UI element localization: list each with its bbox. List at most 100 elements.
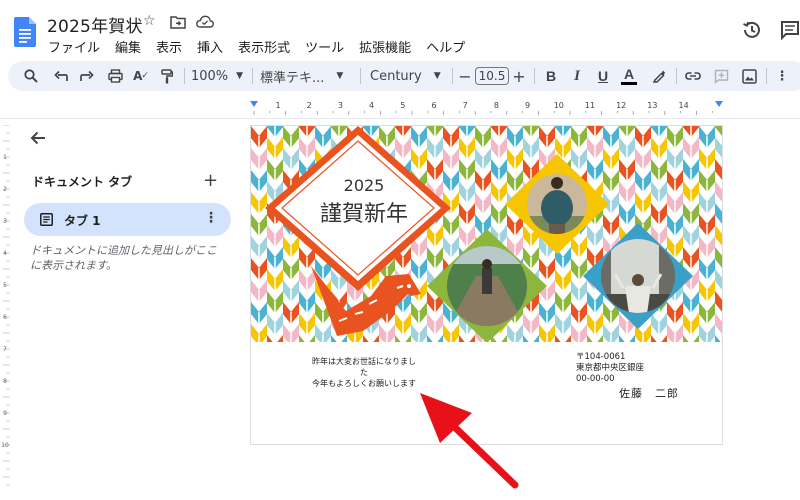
ruler-label: 2 [3, 186, 7, 193]
menu-bar: ファイル 編集 表示 挿入 表示形式 ツール 拡張機能 ヘルプ [40, 37, 472, 56]
tab-item-1[interactable] [24, 203, 231, 236]
menu-insert[interactable]: 挿入 [189, 37, 230, 56]
dropdown-arrow-icon: ▼ [433, 71, 441, 81]
menu-view[interactable]: 表示 [148, 37, 189, 56]
pattern-arrow [427, 335, 443, 342]
toolbar: A ✓ 100% ▼ 標準テキ... ▼ Century ▼ − 10.5 + B I … [8, 61, 800, 91]
menu-file[interactable]: ファイル [40, 37, 107, 56]
more-options-icon[interactable]: ⋮ [772, 61, 792, 91]
card-greeting-title: 謹賀新年 [320, 202, 408, 227]
message-line-1: 昨年は大変お世話になりまし [312, 357, 416, 366]
style-value: 標準テキ... [260, 70, 325, 86]
red-pointer-arrow [420, 393, 519, 489]
pattern-arrow [651, 335, 667, 342]
address-line: 東京都中央区銀座 [576, 363, 645, 373]
highlight-color-icon[interactable] [648, 61, 670, 91]
font-size-input[interactable]: 10.5 [474, 61, 510, 91]
menu-edit[interactable]: 編集 [107, 37, 148, 56]
ruler-label: 2 [307, 101, 312, 110]
insert-image-icon[interactable] [738, 61, 760, 91]
pattern-arrow [267, 335, 283, 342]
pattern-arrow [715, 137, 722, 158]
font-size-value: 10.5 [474, 67, 510, 85]
ruler-label: 9 [3, 410, 7, 417]
pattern-arrow [587, 335, 603, 342]
version-history-icon[interactable] [741, 19, 763, 41]
ruler-label: 7 [3, 346, 7, 353]
ruler-divider [0, 118, 800, 119]
pattern-arrow [715, 247, 722, 268]
pattern-arrow [523, 335, 539, 342]
zoom-value: 100% [190, 68, 229, 84]
headings-placeholder-hint: ドキュメントに追加した見出しがここに表示されます。 [30, 244, 217, 272]
underline-button[interactable]: U [592, 61, 614, 91]
ruler-label: 7 [463, 101, 468, 110]
spellcheck-icon[interactable]: A ✓ [130, 61, 152, 91]
text-color-letter: A [623, 66, 635, 82]
print-icon[interactable] [104, 61, 126, 91]
ruler-label: 4 [3, 250, 7, 257]
pattern-arrow [715, 269, 722, 290]
message-line-2: た [360, 368, 368, 377]
cloud-saved-icon[interactable] [196, 15, 214, 28]
menu-tools[interactable]: ツール [297, 37, 351, 56]
document-title[interactable]: 2025年賀状 [47, 12, 143, 37]
menu-extensions[interactable]: 拡張機能 [351, 37, 418, 56]
pattern-arrow [715, 335, 721, 342]
new-year-card-image[interactable]: 2025 謹賀新年 [251, 126, 723, 342]
insert-link-icon[interactable] [682, 61, 704, 91]
italic-button[interactable]: I [566, 61, 588, 91]
dropdown-arrow-icon: ▼ [336, 71, 344, 81]
ruler-label: 1 [275, 101, 280, 110]
horizontal-ruler[interactable]: 1 2 3 4 5 6 7 8 9 10 11 12 13 14 [250, 99, 723, 115]
comments-icon[interactable] [780, 20, 800, 40]
menu-format[interactable]: 表示形式 [230, 37, 297, 56]
pattern-arrow [363, 335, 379, 342]
zoom-select[interactable]: 100% ▼ [188, 61, 246, 91]
redo-icon[interactable] [76, 61, 98, 91]
ruler-label: 10 [554, 101, 564, 110]
vertical-ruler[interactable]: 1 2 3 4 5 6 7 8 9 10 [0, 125, 10, 495]
pattern-arrow [683, 335, 699, 342]
pattern-arrow [715, 181, 722, 202]
ruler-label: 5 [3, 282, 7, 289]
ruler-label: 12 [616, 101, 626, 110]
paint-format-icon[interactable] [156, 61, 178, 91]
postal-code: 〒104-0061 [576, 352, 626, 362]
sender-name[interactable]: 佐藤 二郎 [619, 385, 679, 401]
undo-icon[interactable] [50, 61, 72, 91]
back-arrow-icon[interactable] [29, 129, 47, 147]
font-family-select[interactable]: Century ▼ [370, 61, 442, 91]
sender-address[interactable]: 〒104-0061 東京都中央区銀座 00-00-00 [576, 352, 644, 385]
bold-button[interactable]: B [540, 61, 562, 91]
ruler-label: 3 [338, 101, 343, 110]
increase-font-size-button[interactable]: + [510, 61, 528, 91]
pattern-arrow [395, 335, 411, 342]
ruler-label: 4 [369, 101, 374, 110]
add-tab-icon[interactable]: + [203, 170, 218, 191]
pattern-arrow [715, 203, 722, 224]
ruler-label: 11 [585, 101, 595, 110]
dropdown-arrow-icon: ▼ [236, 71, 244, 81]
pattern-arrow [555, 335, 571, 342]
font-value: Century [370, 68, 422, 84]
pattern-arrow [715, 313, 722, 334]
text-color-button[interactable]: A [618, 61, 640, 91]
tab-more-options-icon[interactable]: ⋮ [204, 210, 218, 226]
menu-help[interactable]: ヘルプ [418, 37, 472, 56]
ruler-label: 1 [3, 154, 7, 161]
ruler-label: 6 [431, 101, 436, 110]
add-comment-icon[interactable] [710, 61, 732, 91]
move-folder-icon[interactable] [170, 15, 186, 29]
ruler-label: 14 [679, 101, 689, 110]
card-year: 2025 [344, 176, 385, 195]
pattern-arrow [331, 335, 347, 342]
decrease-font-size-button[interactable]: − [456, 61, 474, 91]
docs-logo-icon[interactable] [14, 17, 36, 47]
ruler-label: 6 [3, 314, 7, 321]
pattern-arrow [715, 126, 722, 136]
search-menus-icon[interactable] [20, 61, 42, 91]
star-icon[interactable]: ☆ [143, 13, 156, 29]
paragraph-style-select[interactable]: 標準テキ... ▼ [260, 61, 352, 91]
ruler-label: 13 [647, 101, 657, 110]
